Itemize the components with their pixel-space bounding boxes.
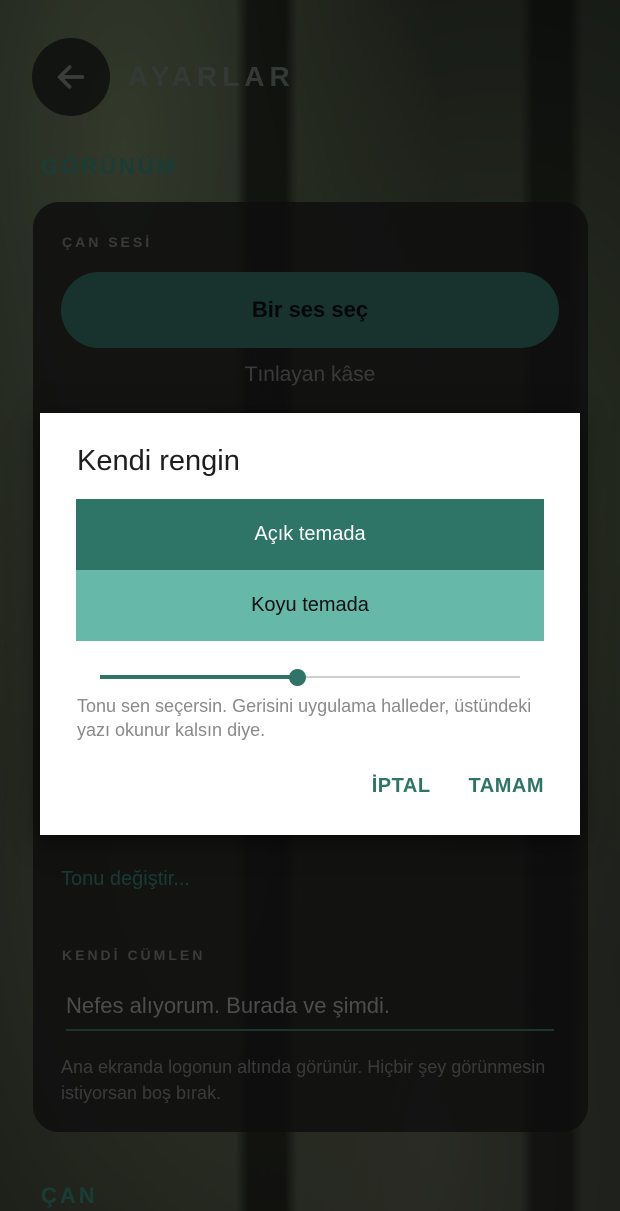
color-dialog: Kendi rengin Açık temada Koyu temada Ton… xyxy=(40,413,580,835)
dialog-help: Tonu sen seçersin. Gerisini uygulama hal… xyxy=(77,696,532,740)
light-theme-label: Açık temada xyxy=(254,523,366,545)
hue-slider[interactable] xyxy=(100,669,520,686)
dark-theme-label: Koyu temada xyxy=(251,594,369,616)
dialog-title: Kendi rengin xyxy=(77,445,240,477)
light-theme-preview: Açık temada xyxy=(76,499,544,570)
slider-fill xyxy=(100,675,298,679)
ok-button[interactable]: TAMAM xyxy=(469,775,544,798)
dialog-actions: İPTAL TAMAM xyxy=(372,775,544,798)
dark-theme-preview: Koyu temada xyxy=(76,570,544,641)
slider-thumb[interactable] xyxy=(289,669,307,686)
cancel-button[interactable]: İPTAL xyxy=(372,775,431,798)
